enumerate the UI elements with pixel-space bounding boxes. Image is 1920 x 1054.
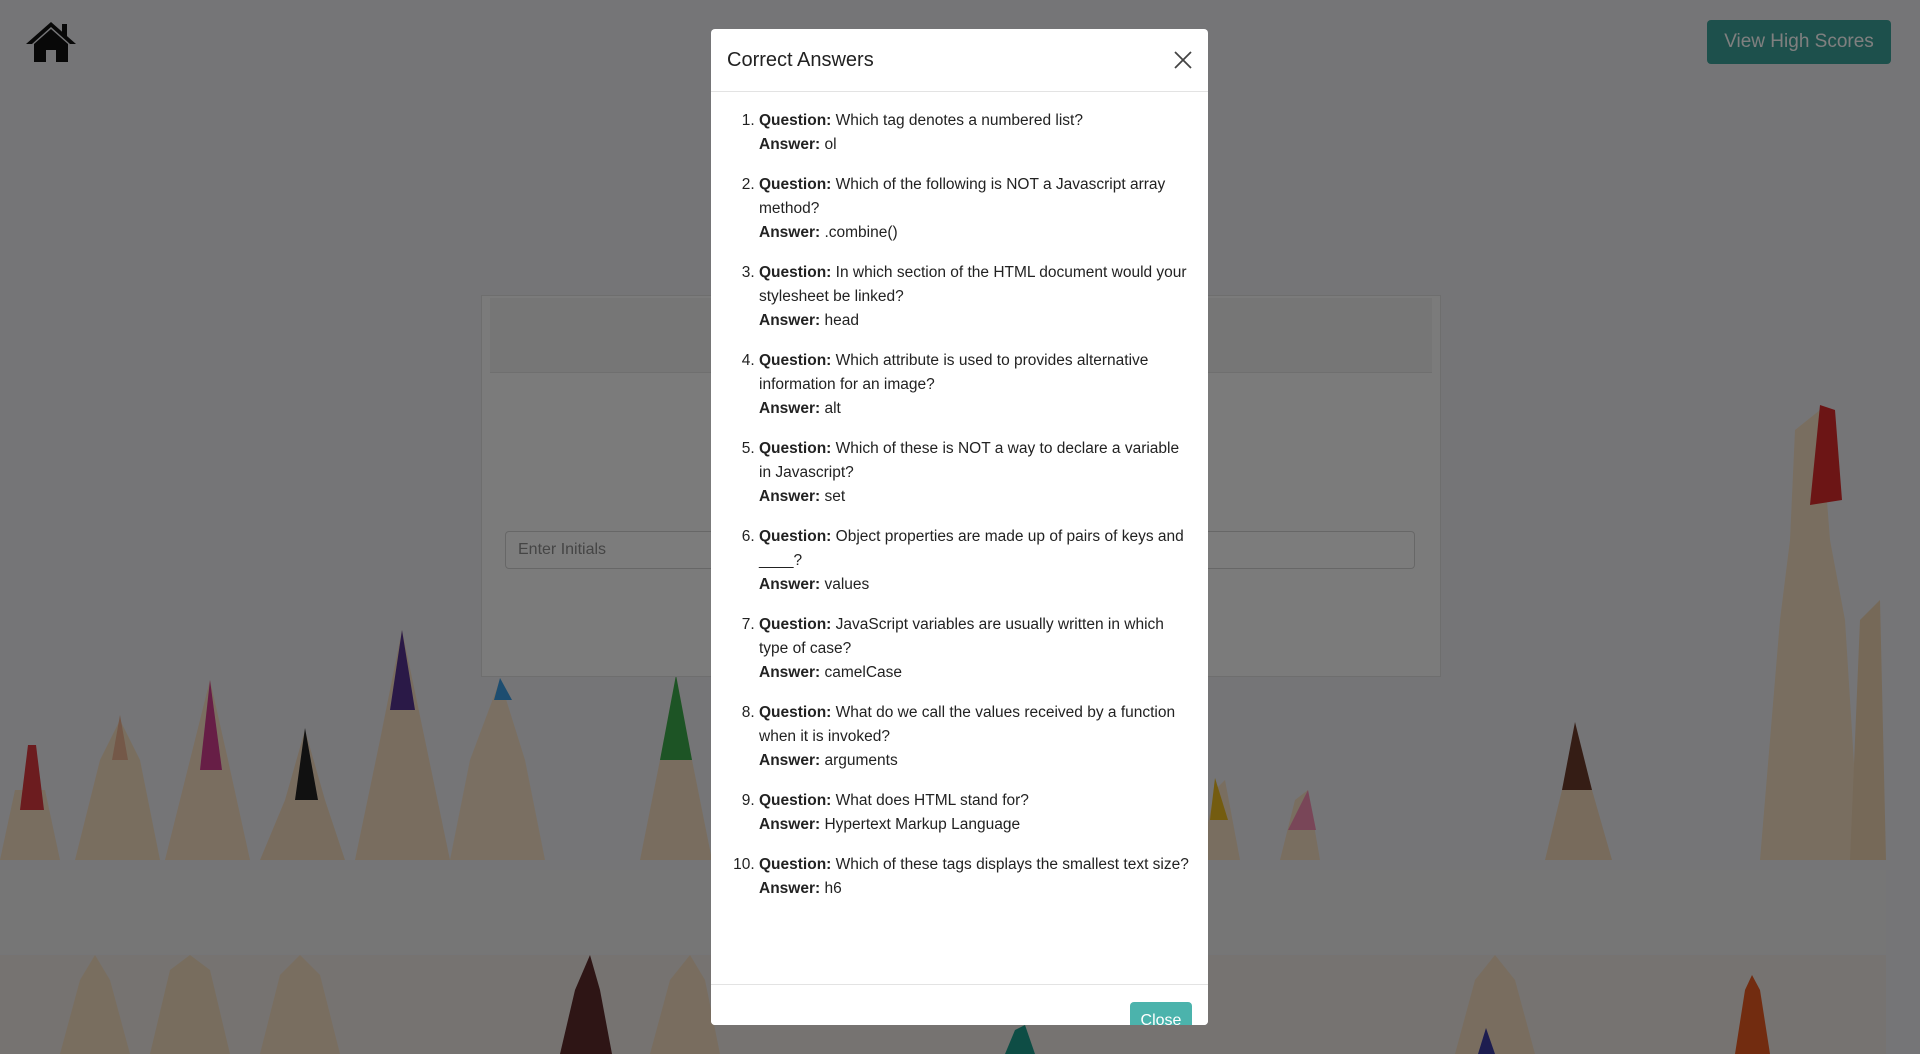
answer-text: camelCase: [824, 664, 902, 681]
answer-list-item: Question: Which attribute is used to pro…: [759, 349, 1194, 421]
question-label: Question:: [759, 112, 832, 129]
answer-list-item: Question: JavaScript variables are usual…: [759, 613, 1194, 685]
answer-list-item: Question: Which of the following is NOT …: [759, 173, 1194, 245]
answer-text: h6: [824, 880, 842, 897]
answer-text: set: [824, 488, 846, 505]
answer-list-item: Question: Which of these is NOT a way to…: [759, 437, 1194, 509]
question-label: Question:: [759, 856, 832, 873]
modal-body[interactable]: Question: Which tag denotes a numbered l…: [711, 92, 1208, 984]
question-label: Question:: [759, 704, 832, 721]
answers-list: Question: Which tag denotes a numbered l…: [711, 92, 1208, 901]
correct-answers-modal: Correct Answers Question: Which tag deno…: [711, 29, 1208, 1025]
answer-list-item: Question: Which of these tags displays t…: [759, 853, 1194, 901]
question-label: Question:: [759, 440, 832, 457]
answer-label: Answer:: [759, 400, 821, 417]
question-label: Question:: [759, 792, 832, 809]
answer-label: Answer:: [759, 576, 821, 593]
answer-label: Answer:: [759, 880, 821, 897]
answer-label: Answer:: [759, 136, 821, 153]
answer-list-item: Question: What do we call the values rec…: [759, 701, 1194, 773]
answer-list-item: Question: What does HTML stand for? Answe…: [759, 789, 1194, 837]
answer-text: head: [824, 312, 859, 329]
answer-text: alt: [824, 400, 841, 417]
answer-list-item: Question: Which tag denotes a numbered l…: [759, 109, 1194, 157]
answer-list-item: Question: In which section of the HTML d…: [759, 261, 1194, 333]
question-label: Question:: [759, 616, 832, 633]
question-text: Which of these tags displays the smalles…: [835, 856, 1189, 873]
question-label: Question:: [759, 528, 832, 545]
answer-text: .combine(): [824, 224, 898, 241]
question-text: What does HTML stand for?: [835, 792, 1029, 809]
answer-label: Answer:: [759, 312, 821, 329]
answer-list-item: Question: Object properties are made up …: [759, 525, 1194, 597]
question-label: Question:: [759, 176, 832, 193]
modal-footer: Close: [711, 984, 1208, 1025]
answer-label: Answer:: [759, 664, 821, 681]
answer-text: arguments: [824, 752, 898, 769]
answer-text: ol: [824, 136, 837, 153]
answer-label: Answer:: [759, 488, 821, 505]
question-label: Question:: [759, 264, 832, 281]
modal-header: Correct Answers: [711, 29, 1208, 92]
answer-label: Answer:: [759, 752, 821, 769]
close-icon[interactable]: [1170, 47, 1196, 73]
question-label: Question:: [759, 352, 832, 369]
modal-title: Correct Answers: [727, 49, 874, 71]
question-text: Which tag denotes a numbered list?: [835, 112, 1083, 129]
answer-label: Answer:: [759, 224, 821, 241]
answer-text: values: [824, 576, 870, 593]
answer-text: Hypertext Markup Language: [824, 816, 1021, 833]
close-button[interactable]: Close: [1130, 1002, 1192, 1025]
answer-label: Answer:: [759, 816, 821, 833]
